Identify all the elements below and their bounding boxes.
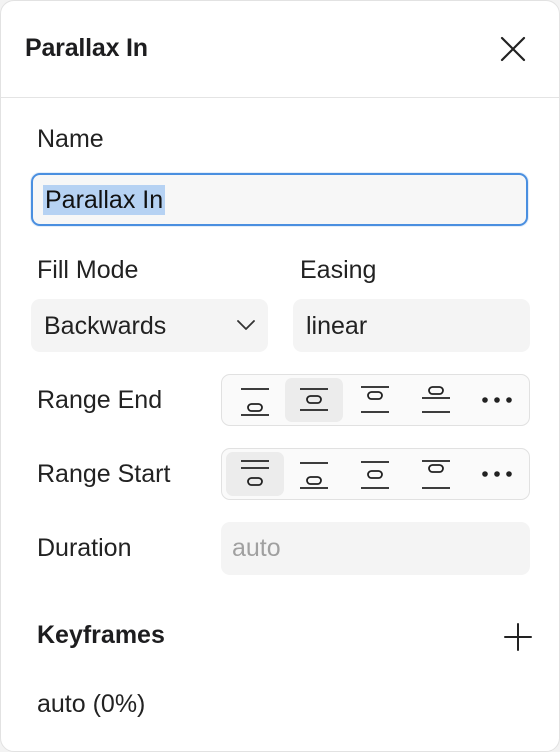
easing-value: linear: [306, 312, 368, 340]
easing-select[interactable]: linear: [293, 299, 530, 352]
add-keyframe-button[interactable]: [501, 620, 535, 654]
keyframe-item[interactable]: auto (0%): [37, 690, 145, 719]
name-input[interactable]: Parallax In: [31, 173, 528, 226]
duration-label: Duration: [37, 534, 132, 562]
more-icon: [482, 471, 512, 477]
fill-mode-value: Backwards: [44, 312, 167, 340]
more-icon: [482, 397, 512, 403]
fill-mode-select[interactable]: Backwards: [31, 299, 268, 352]
align-top-end-icon: [361, 461, 389, 489]
name-label: Name: [37, 125, 104, 153]
panel-header: Parallax In: [1, 1, 559, 98]
range-end-more-button[interactable]: [468, 378, 526, 422]
align-top-edge-icon: [422, 386, 450, 413]
align-top-start-icon: [241, 460, 269, 486]
range-start-option-edge[interactable]: [407, 452, 465, 496]
keyframes-title: Keyframes: [37, 621, 165, 649]
range-start-segmented-control: [221, 448, 530, 500]
name-input-value: Parallax In: [43, 185, 166, 215]
range-start-more-button[interactable]: [468, 452, 526, 496]
align-top-center-icon: [300, 462, 328, 489]
duration-field: [221, 522, 530, 575]
range-end-option-start[interactable]: [226, 378, 284, 422]
fill-mode-label: Fill Mode: [37, 256, 139, 284]
range-end-label: Range End: [37, 386, 163, 414]
range-start-option-center[interactable]: [285, 452, 343, 496]
range-end-option-end[interactable]: [346, 378, 404, 422]
panel-title: Parallax In: [25, 34, 148, 62]
align-top-start-icon: [241, 388, 269, 416]
plus-icon: [504, 623, 532, 651]
easing-label: Easing: [300, 256, 377, 284]
range-end-option-edge[interactable]: [407, 378, 465, 422]
range-start-option-end[interactable]: [346, 452, 404, 496]
range-end-option-center[interactable]: [285, 378, 343, 422]
close-button[interactable]: [495, 31, 531, 67]
range-end-segmented-control: [221, 374, 530, 426]
align-top-center-icon: [300, 388, 328, 411]
align-top-edge-icon: [422, 460, 450, 489]
align-top-end-icon: [361, 386, 389, 413]
animation-panel: Parallax In Name Parallax In Fill Mode E…: [0, 0, 560, 752]
range-start-option-start[interactable]: [226, 452, 284, 496]
close-icon: [500, 36, 526, 62]
chevron-down-icon: [237, 320, 255, 330]
duration-input[interactable]: [221, 522, 530, 575]
range-start-label: Range Start: [37, 460, 171, 488]
